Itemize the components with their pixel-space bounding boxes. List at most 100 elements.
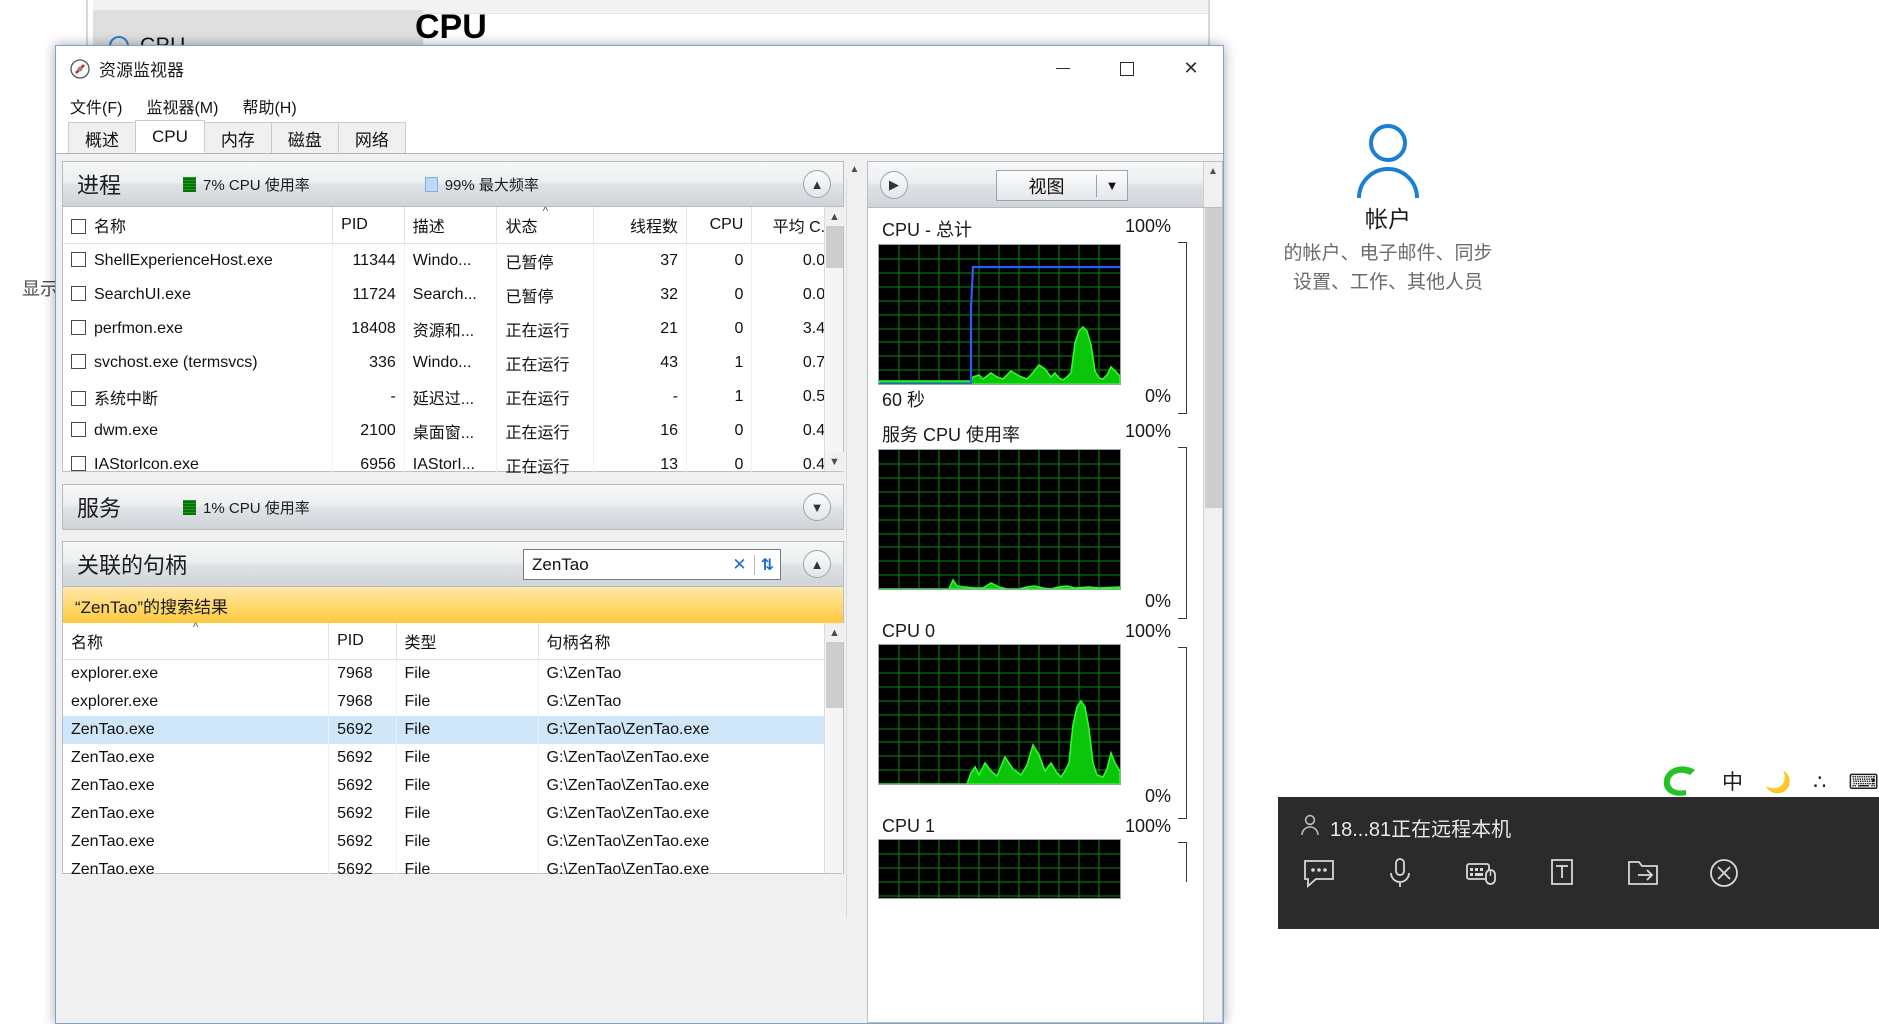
window-controls[interactable]: ✕: [1031, 46, 1223, 91]
microphone-icon[interactable]: [1383, 856, 1417, 890]
menu-bar[interactable]: 文件(F) 监视器(M) 帮助(H): [56, 91, 1223, 121]
window-titlebar[interactable]: 资源监视器 ✕: [56, 46, 1223, 91]
processes-col-name[interactable]: 名称: [63, 207, 334, 244]
chevron-right-icon[interactable]: ▶: [880, 170, 908, 199]
select-all-checkbox[interactable]: [71, 219, 86, 234]
handles-section-header[interactable]: 关联的句柄 ZenTao ✕ ⇅ ▲: [62, 541, 844, 587]
table-row[interactable]: ShellExperienceHost.exe 11344 Windo... 已…: [63, 243, 843, 278]
table-row[interactable]: explorer.exe 7968 File G:\ZenTao: [63, 688, 844, 716]
table-row[interactable]: svchost.exe (termsvcs) 336 Windo... 正在运行…: [63, 346, 843, 380]
table-row[interactable]: ZenTao.exe 5692 File G:\ZenTao\ZenTao.ex…: [63, 800, 844, 828]
table-row[interactable]: ZenTao.exe 5692 File G:\ZenTao\ZenTao.ex…: [63, 828, 844, 856]
ime-moon-icon[interactable]: 🌙: [1765, 772, 1791, 793]
table-row[interactable]: ZenTao.exe 5692 File G:\ZenTao\ZenTao.ex…: [63, 716, 844, 744]
axis-bracket: [1178, 647, 1187, 819]
close-icon[interactable]: ✕: [1159, 46, 1223, 91]
scrollbar-track[interactable]: [846, 178, 863, 918]
sogou-logo-icon[interactable]: [1660, 764, 1700, 800]
background-show-label: 显示: [22, 279, 58, 299]
file-transfer-icon[interactable]: [1626, 856, 1660, 890]
handles-collapse-chevron-up-icon[interactable]: ▲: [803, 550, 831, 578]
tab-network[interactable]: 网络: [337, 122, 406, 153]
graph-panel-toolbar[interactable]: ▶ 视图 ▼ ▲: [868, 162, 1222, 208]
table-row[interactable]: SearchUI.exe 11724 Search... 已暂停 32 0 0.…: [63, 278, 843, 312]
resource-monitor-window[interactable]: 资源监视器 ✕ 文件(F) 监视器(M) 帮助(H) 概述 CPU 内存 磁盘 …: [55, 45, 1224, 1024]
processes-col-pid[interactable]: PID: [332, 207, 405, 244]
processes-col-cpu[interactable]: CPU: [686, 207, 753, 244]
table-row[interactable]: 系统中断 - 延迟过... 正在运行 - 1 0.50: [63, 380, 843, 414]
ime-punctuation-icon[interactable]: ∴: [1813, 772, 1826, 793]
row-checkbox[interactable]: [71, 286, 86, 301]
processes-col-threads[interactable]: 线程数: [593, 207, 688, 244]
menu-item-help[interactable]: 帮助(H): [242, 94, 296, 118]
scroll-up-icon[interactable]: ▲: [846, 161, 863, 178]
processes-col-status[interactable]: ^ 状态: [496, 205, 595, 244]
view-button[interactable]: 视图 ▼: [996, 170, 1128, 201]
processes-section-header[interactable]: 进程 7% CPU 使用率 99% 最大频率 ▲: [62, 161, 844, 207]
tab-overview[interactable]: 概述: [68, 122, 136, 153]
menu-item-monitor[interactable]: 监视器(M): [146, 94, 218, 118]
processes-table-scrollbar[interactable]: ▲ ▼: [824, 207, 844, 471]
graph-panel-scrollbar[interactable]: ▲: [1203, 162, 1222, 207]
chevron-down-icon[interactable]: ▼: [1097, 178, 1127, 193]
text-input-icon[interactable]: [1545, 856, 1579, 890]
table-row[interactable]: explorer.exe 7968 File G:\ZenTao: [63, 659, 844, 688]
tab-memory[interactable]: 内存: [203, 122, 272, 153]
row-checkbox[interactable]: [71, 422, 86, 437]
ime-chinese-icon[interactable]: 中: [1722, 772, 1743, 793]
row-checkbox[interactable]: [71, 320, 86, 335]
handles-col-type[interactable]: 类型: [396, 623, 539, 660]
processes-collapse-chevron-up-icon[interactable]: ▲: [803, 170, 831, 198]
left-panel-scrollbar[interactable]: ▲: [846, 155, 863, 1023]
row-checkbox[interactable]: [71, 354, 86, 369]
sort-ascending-icon: ^: [192, 620, 199, 634]
processes-table[interactable]: 名称 PID 描述 ^状态 线程数 CPU 平均 C... ShellExpe: [63, 205, 843, 516]
scroll-up-icon[interactable]: ▲: [825, 623, 844, 642]
scrollbar-thumb[interactable]: [826, 226, 843, 268]
close-circle-icon[interactable]: [1707, 856, 1741, 890]
table-row[interactable]: IAStorIcon.exe 6956 IAStorI... 正在运行 13 0…: [63, 448, 843, 482]
table-row[interactable]: perfmon.exe 18408 资源和... 正在运行 21 0 3.46: [63, 312, 843, 346]
scroll-down-icon[interactable]: ▼: [825, 452, 844, 471]
chat-icon[interactable]: [1302, 856, 1336, 890]
table-row[interactable]: dwm.exe 2100 桌面窗... 正在运行 16 0 0.48: [63, 414, 843, 448]
handles-col-handlename[interactable]: 句柄名称: [538, 623, 844, 660]
table-row[interactable]: ZenTao.exe 5692 File G:\ZenTao\ZenTao.ex…: [63, 744, 844, 772]
keyboard-icon[interactable]: ⌨: [1849, 772, 1879, 793]
row-checkbox[interactable]: [71, 252, 86, 267]
graph-panel-scroll-track[interactable]: [1203, 208, 1222, 1022]
handles-search-box[interactable]: ZenTao ✕ ⇅: [523, 549, 781, 580]
row-checkbox[interactable]: [71, 391, 86, 406]
keyboard-mouse-icon[interactable]: [1464, 856, 1498, 890]
scrollbar-thumb[interactable]: [1205, 208, 1222, 508]
axis-bracket: [1178, 842, 1187, 882]
refresh-icon[interactable]: ⇅: [755, 555, 780, 575]
processes-col-description[interactable]: 描述: [404, 207, 498, 244]
handles-col-name[interactable]: ^ 名称: [63, 620, 330, 660]
maximize-icon[interactable]: [1095, 46, 1159, 91]
table-row[interactable]: ZenTao.exe 5692 File G:\ZenTao\ZenTao.ex…: [63, 856, 844, 884]
tab-disk[interactable]: 磁盘: [270, 122, 339, 153]
table-row[interactable]: ZenTao.exe 5692 File G:\ZenTao\ZenTao.ex…: [63, 772, 844, 800]
scroll-up-icon[interactable]: ▲: [825, 207, 844, 226]
tab-cpu[interactable]: CPU: [135, 120, 205, 153]
clear-x-icon[interactable]: ✕: [725, 555, 753, 575]
remote-control-bar[interactable]: 18...81正在远程本机: [1278, 797, 1879, 929]
services-section-header[interactable]: 服务 1% CPU 使用率 ▼: [62, 484, 844, 530]
search-input[interactable]: ZenTao: [524, 555, 725, 575]
axis-bracket: [1178, 242, 1187, 414]
services-expand-chevron-down-icon[interactable]: ▼: [803, 493, 831, 521]
axis-bracket: [1178, 447, 1187, 619]
handle-path: G:\ZenTao: [538, 688, 844, 716]
tab-strip[interactable]: 概述 CPU 内存 磁盘 网络: [56, 120, 1223, 154]
graph-header: CPU 0 100%: [878, 621, 1193, 644]
minimize-icon[interactable]: [1031, 46, 1095, 91]
row-checkbox[interactable]: [71, 456, 86, 471]
scrollbar-thumb[interactable]: [826, 642, 843, 708]
handles-col-pid[interactable]: PID: [328, 623, 397, 660]
menu-item-file[interactable]: 文件(F): [70, 94, 122, 118]
handles-table[interactable]: ^ 名称 PID 类型 句柄名称 explorer.exe 7968 File G…: [63, 620, 844, 884]
scroll-up-icon[interactable]: ▲: [1204, 162, 1222, 181]
handles-table-scrollbar[interactable]: ▲: [824, 623, 844, 873]
remote-action-buttons[interactable]: [1278, 842, 1879, 890]
